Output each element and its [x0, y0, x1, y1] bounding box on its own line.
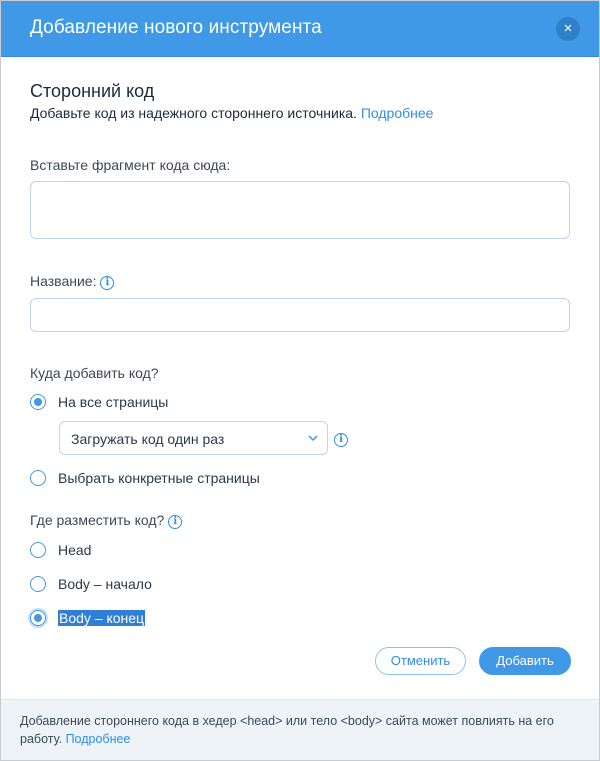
cancel-button[interactable]: Отменить — [375, 647, 466, 675]
subtitle-text: Добавьте код из надежного стороннего ист… — [30, 105, 357, 121]
radio-button[interactable] — [30, 610, 46, 626]
footer-note: Добавление стороннего кода в хедер <head… — [20, 712, 585, 748]
name-field-label-row: Название: i — [30, 273, 115, 290]
section-subtitle: Добавьте код из надежного стороннего ист… — [30, 105, 433, 121]
close-icon: × — [563, 20, 573, 37]
radio-label: Body – начало — [58, 576, 152, 592]
section-title: Сторонний код — [30, 81, 155, 101]
radio-button[interactable] — [30, 576, 46, 592]
radio-button[interactable] — [30, 542, 46, 558]
radio-button[interactable] — [30, 470, 46, 486]
radio-all-pages[interactable]: На все страницы — [30, 392, 168, 412]
name-field-label: Название: — [30, 273, 97, 289]
dialog-header: Добавление нового инструмента × — [1, 1, 599, 57]
radio-label: Head — [58, 542, 92, 558]
name-input[interactable] — [30, 298, 570, 332]
radio-head[interactable]: Head — [30, 540, 91, 560]
where-add-question: Куда добавить код? — [30, 365, 159, 381]
radio-label: На все страницы — [58, 394, 169, 410]
footer-learn-more-link[interactable]: Подробнее — [66, 732, 131, 746]
dialog-footer: Добавление стороннего кода в хедер <head… — [1, 699, 599, 760]
info-icon[interactable]: i — [168, 515, 183, 529]
radio-body-end[interactable]: Body – конец — [30, 608, 146, 628]
dropdown-selected-value: Загружать код один раз — [71, 431, 225, 447]
dropdown-info: i — [334, 430, 348, 448]
dialog-title: Добавление нового инструмента — [30, 17, 322, 38]
close-button[interactable]: × — [556, 17, 580, 41]
learn-more-link[interactable]: Подробнее — [361, 105, 434, 121]
code-field-label: Вставьте фрагмент кода сюда: — [30, 157, 231, 173]
add-button[interactable]: Добавить — [479, 647, 571, 675]
code-snippet-textarea[interactable] — [30, 181, 570, 239]
radio-specific-pages[interactable]: Выбрать конкретные страницы — [30, 468, 260, 488]
chevron-down-icon — [308, 435, 318, 442]
radio-label: Body – конец — [58, 610, 146, 626]
where-place-question-row: Где разместить код? i — [30, 512, 183, 529]
info-icon[interactable]: i — [100, 276, 115, 290]
radio-label: Выбрать конкретные страницы — [58, 470, 260, 486]
radio-button[interactable] — [30, 394, 46, 410]
radio-body-start[interactable]: Body – начало — [30, 574, 152, 594]
info-icon[interactable]: i — [334, 433, 348, 447]
where-place-question: Где разместить код? — [30, 512, 165, 528]
add-tool-dialog: Добавление нового инструмента × Сторонни… — [0, 0, 600, 761]
load-mode-dropdown[interactable]: Загружать код один раз — [59, 421, 328, 455]
